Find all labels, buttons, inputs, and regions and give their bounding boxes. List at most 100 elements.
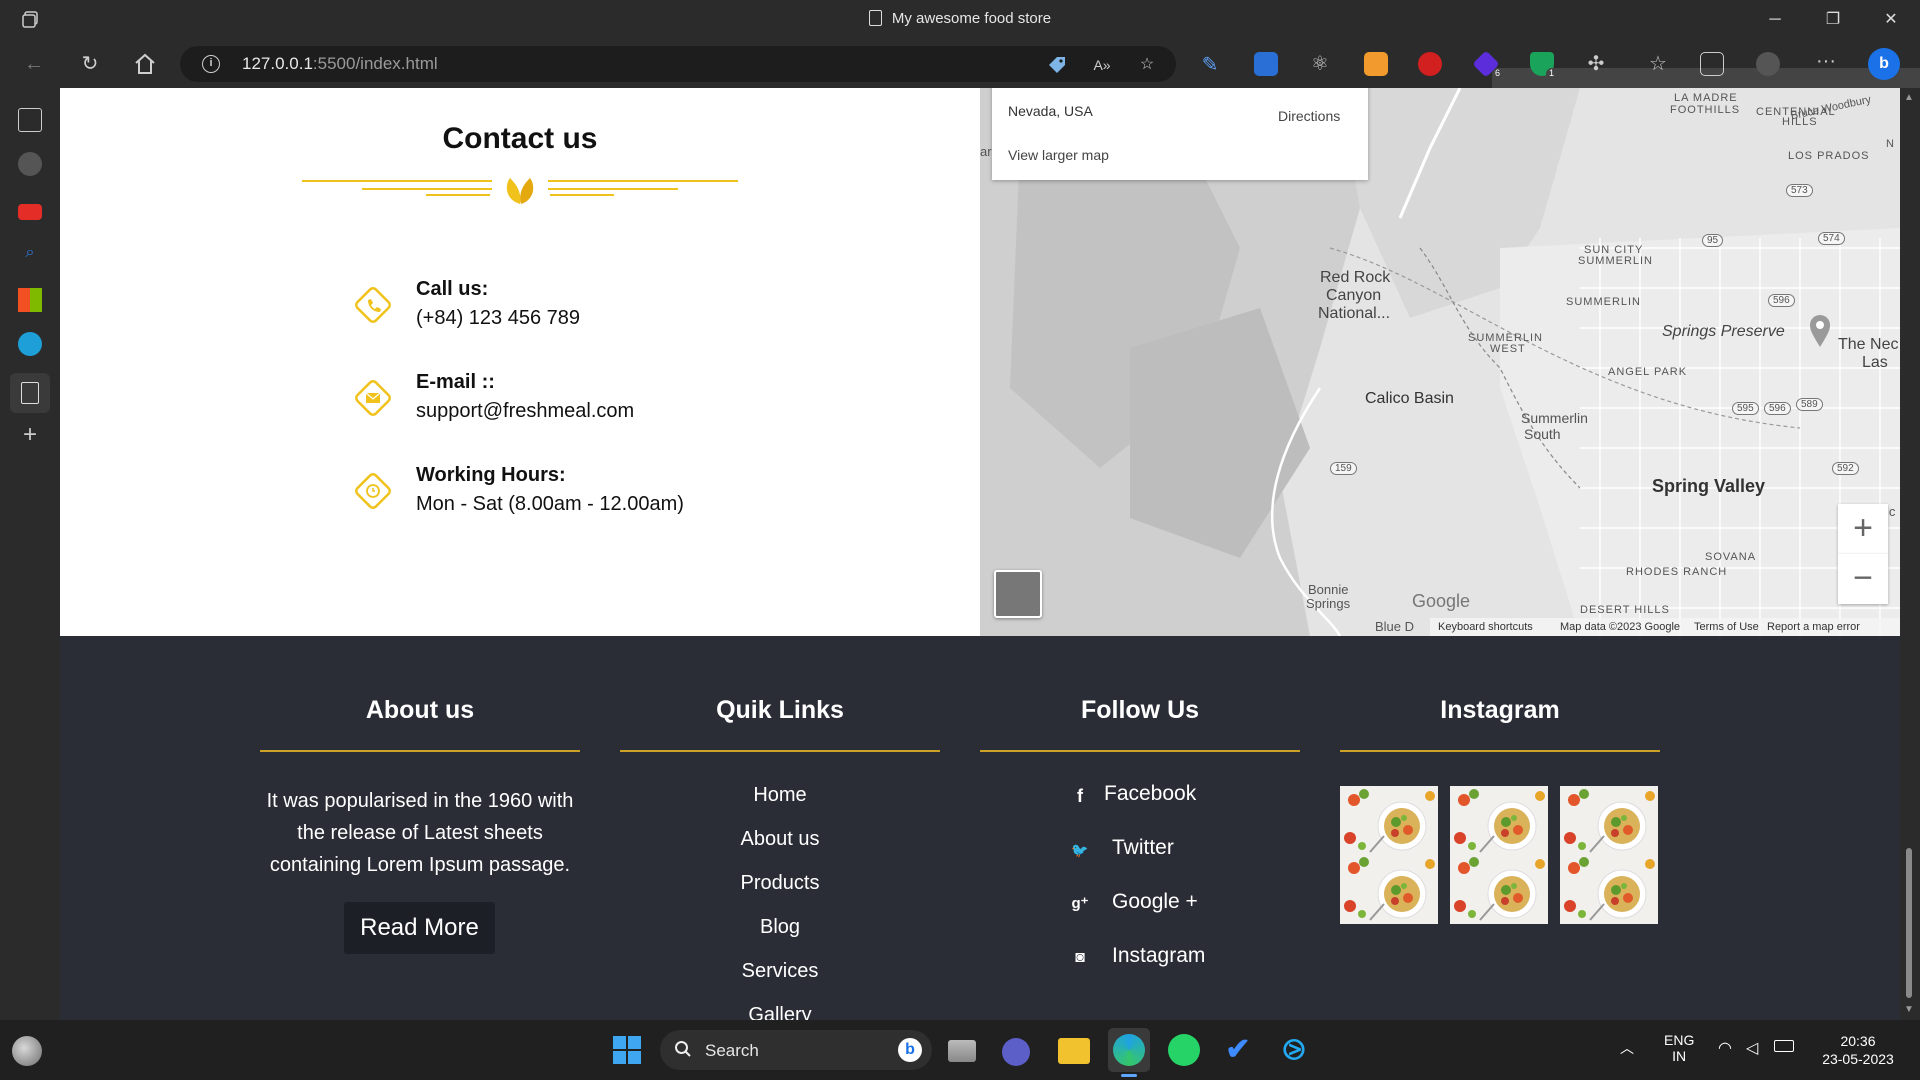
microsoft-icon[interactable] <box>18 288 42 312</box>
more-menu-icon[interactable]: ··· <box>1814 51 1838 76</box>
tools-icon[interactable] <box>18 332 42 356</box>
address-bar[interactable]: i 127.0.0.1:5500/index.html A» ☆ <box>180 46 1176 82</box>
contact-value[interactable]: (+84) 123 456 789 <box>416 307 580 330</box>
todo-icon[interactable]: ✔ <box>1222 1034 1254 1066</box>
browser-title-bar: My awesome food store ─ ❐ ✕ <box>0 0 1920 40</box>
map-zoom-out-button[interactable]: − <box>1838 554 1888 604</box>
footer-link-services[interactable]: Services <box>620 960 940 983</box>
instagram-thumbnail[interactable] <box>1560 854 1658 924</box>
add-favorite-icon[interactable]: ☆ <box>1136 54 1158 76</box>
social-link-twitter[interactable]: 🐦 Twitter <box>1070 836 1310 866</box>
file-explorer-icon[interactable] <box>1058 1038 1090 1064</box>
react-devtools-icon[interactable]: ⚛ <box>1308 52 1332 76</box>
terms-of-use-link[interactable]: Terms of Use <box>1694 621 1759 633</box>
footer-divider <box>260 750 580 752</box>
footer-link-gallery[interactable]: Gallery <box>620 1004 940 1020</box>
refresh-button[interactable]: ↻ <box>74 48 106 80</box>
tabs-icon[interactable] <box>18 108 42 132</box>
tray-overflow-icon[interactable]: ︿ <box>1620 1038 1634 1058</box>
minimize-button[interactable]: ─ <box>1755 6 1795 34</box>
red-extension-icon[interactable] <box>1418 52 1442 76</box>
footer-link-blog[interactable]: Blog <box>620 916 940 939</box>
footer-link-about[interactable]: About us <box>620 828 940 851</box>
scroll-down-arrow[interactable]: ▼ <box>1904 1004 1914 1015</box>
coupon-tag-icon[interactable] <box>1046 54 1068 76</box>
pen-extension-icon[interactable]: ✎ <box>1198 52 1222 76</box>
teams-chat-icon[interactable] <box>1002 1038 1030 1066</box>
youtube-icon[interactable] <box>18 204 42 220</box>
view-larger-map-link[interactable]: View larger map <box>1008 147 1109 163</box>
instagram-thumbnail[interactable] <box>1340 786 1438 856</box>
instagram-thumbnail[interactable] <box>1340 854 1438 924</box>
battery-icon[interactable] <box>1774 1040 1794 1052</box>
map-label: Blue D <box>1375 619 1415 634</box>
footer-about-text: It was popularised in the 1960 with the … <box>266 790 574 876</box>
bing-chat-icon[interactable]: b <box>1868 48 1900 80</box>
whatsapp-icon[interactable] <box>1168 1034 1200 1066</box>
bing-search-icon[interactable]: b <box>898 1038 922 1062</box>
extensions-puzzle-icon[interactable]: ✣ <box>1584 52 1608 76</box>
social-link-instagram[interactable]: ◙ Instagram <box>1070 944 1310 974</box>
profile-avatar[interactable] <box>1756 52 1780 76</box>
route-shield: 589 <box>1796 398 1823 411</box>
task-view-icon[interactable] <box>948 1040 976 1062</box>
region-code: IN <box>1672 1048 1687 1064</box>
social-link-facebook[interactable]: f Facebook <box>1070 782 1310 812</box>
report-map-error-link[interactable]: Report a map error <box>1767 621 1860 633</box>
add-sidebar-icon[interactable]: + <box>18 423 42 448</box>
vscode-icon[interactable]: ⧁ <box>1278 1034 1310 1066</box>
translate-extension-icon[interactable] <box>1254 52 1278 76</box>
map-label: FOOTHILLS <box>1670 104 1741 116</box>
map-zoom-in-button[interactable]: + <box>1838 504 1888 554</box>
github-icon[interactable] <box>18 152 42 176</box>
footer-link-products[interactable]: Products <box>620 872 940 895</box>
home-button[interactable] <box>129 48 161 80</box>
read-more-button[interactable]: Read More <box>344 902 495 954</box>
map-label: Canyon <box>1326 287 1382 304</box>
instagram-thumbnail[interactable] <box>1450 854 1548 924</box>
map-label: Calico Basin <box>1365 390 1454 407</box>
title-divider-left <box>302 180 492 182</box>
close-window-button[interactable]: ✕ <box>1871 6 1911 34</box>
social-link-google-plus[interactable]: g⁺ Google + <box>1070 890 1310 920</box>
map-info-card: Nevada, USA Directions View larger map <box>992 88 1368 180</box>
instagram-thumbnail[interactable] <box>1560 786 1658 856</box>
volume-icon[interactable]: ◁ <box>1746 1038 1758 1058</box>
search-icon[interactable]: ⌕ <box>18 244 42 268</box>
satellite-toggle-button[interactable] <box>994 570 1042 618</box>
restore-button[interactable]: ❐ <box>1813 6 1853 34</box>
taskbar-search[interactable]: Search b <box>660 1030 932 1070</box>
map-label: LA MADRE <box>1674 92 1738 104</box>
contact-value[interactable]: support@freshmeal.com <box>416 400 634 423</box>
footer-divider <box>980 750 1300 752</box>
orange-extension-icon[interactable] <box>1364 52 1388 76</box>
wifi-icon[interactable]: ◠ <box>1718 1038 1732 1058</box>
language-indicator[interactable]: ENG IN <box>1664 1032 1694 1064</box>
scrollbar-thumb[interactable] <box>1906 848 1912 998</box>
weather-widget-icon[interactable] <box>12 1036 42 1066</box>
clock[interactable]: 20:36 23-05-2023 <box>1810 1032 1906 1068</box>
twitter-icon: 🐦 <box>1071 842 1089 858</box>
favorites-icon[interactable]: ☆ <box>1646 52 1670 76</box>
map-label: DESERT HILLS <box>1580 604 1670 616</box>
language-code: ENG <box>1664 1032 1695 1048</box>
url-text[interactable]: 127.0.0.1:5500/index.html <box>242 54 438 74</box>
collections-icon[interactable] <box>1700 52 1724 76</box>
site-info-icon[interactable]: i <box>202 55 220 73</box>
map-label: ar <box>980 144 992 159</box>
back-button[interactable]: ← <box>18 48 50 80</box>
page-scrollbar[interactable]: ▲ ▼ <box>1900 88 1920 1020</box>
search-icon <box>675 1041 691 1057</box>
map-directions-link[interactable]: Directions <box>1278 108 1340 124</box>
scroll-up-arrow[interactable]: ▲ <box>1904 92 1914 103</box>
embedded-map[interactable]: LA MADRE FOOTHILLS CENTENNIAL HILLS Bruc… <box>980 88 1900 636</box>
edge-browser-icon[interactable] <box>1113 1034 1145 1066</box>
read-aloud-icon[interactable]: A» <box>1091 54 1113 76</box>
windows-start-icon[interactable] <box>611 1034 643 1066</box>
footer-link-home[interactable]: Home <box>620 784 940 807</box>
title-divider-left-2 <box>362 188 492 190</box>
instagram-thumbnail[interactable] <box>1450 786 1548 856</box>
route-shield: 596 <box>1768 294 1795 307</box>
leaf-icon <box>506 178 534 204</box>
keyboard-shortcuts-link[interactable]: Keyboard shortcuts <box>1438 621 1533 633</box>
